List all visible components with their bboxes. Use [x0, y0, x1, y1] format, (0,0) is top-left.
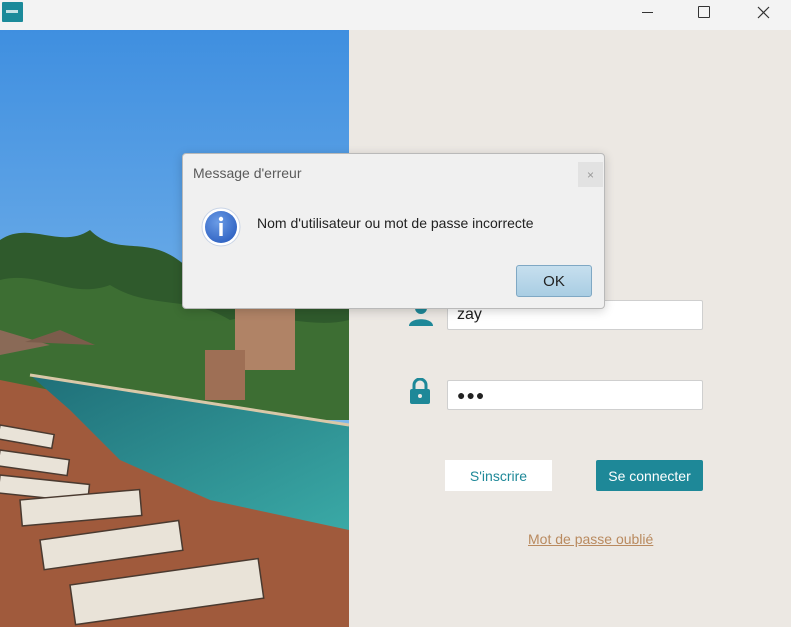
dialog-close-button[interactable]: × [578, 162, 603, 187]
login-button[interactable]: Se connecter [596, 460, 703, 491]
dialog-ok-button[interactable]: OK [516, 265, 592, 297]
error-dialog: Message d'erreur × Nom d'utilisateur ou … [182, 153, 605, 309]
dialog-message: Nom d'utilisateur ou mot de passe incorr… [257, 215, 534, 231]
close-icon: × [586, 167, 594, 182]
maximize-button[interactable] [680, 0, 728, 24]
forgot-password-link[interactable]: Mot de passe oublié [528, 531, 653, 547]
dialog-title: Message d'erreur [193, 165, 302, 181]
minimize-icon [641, 11, 653, 13]
maximize-icon [698, 6, 710, 18]
close-window-button[interactable] [739, 0, 787, 24]
lock-icon [410, 378, 430, 404]
password-input[interactable] [447, 380, 703, 410]
window-titlebar [0, 0, 791, 30]
register-button[interactable]: S'inscrire [445, 460, 552, 491]
hotel-pool-photo [0, 30, 349, 627]
minimize-button[interactable] [623, 0, 671, 24]
info-icon [201, 207, 241, 247]
close-icon [757, 6, 769, 18]
app-logo-icon [2, 2, 23, 22]
